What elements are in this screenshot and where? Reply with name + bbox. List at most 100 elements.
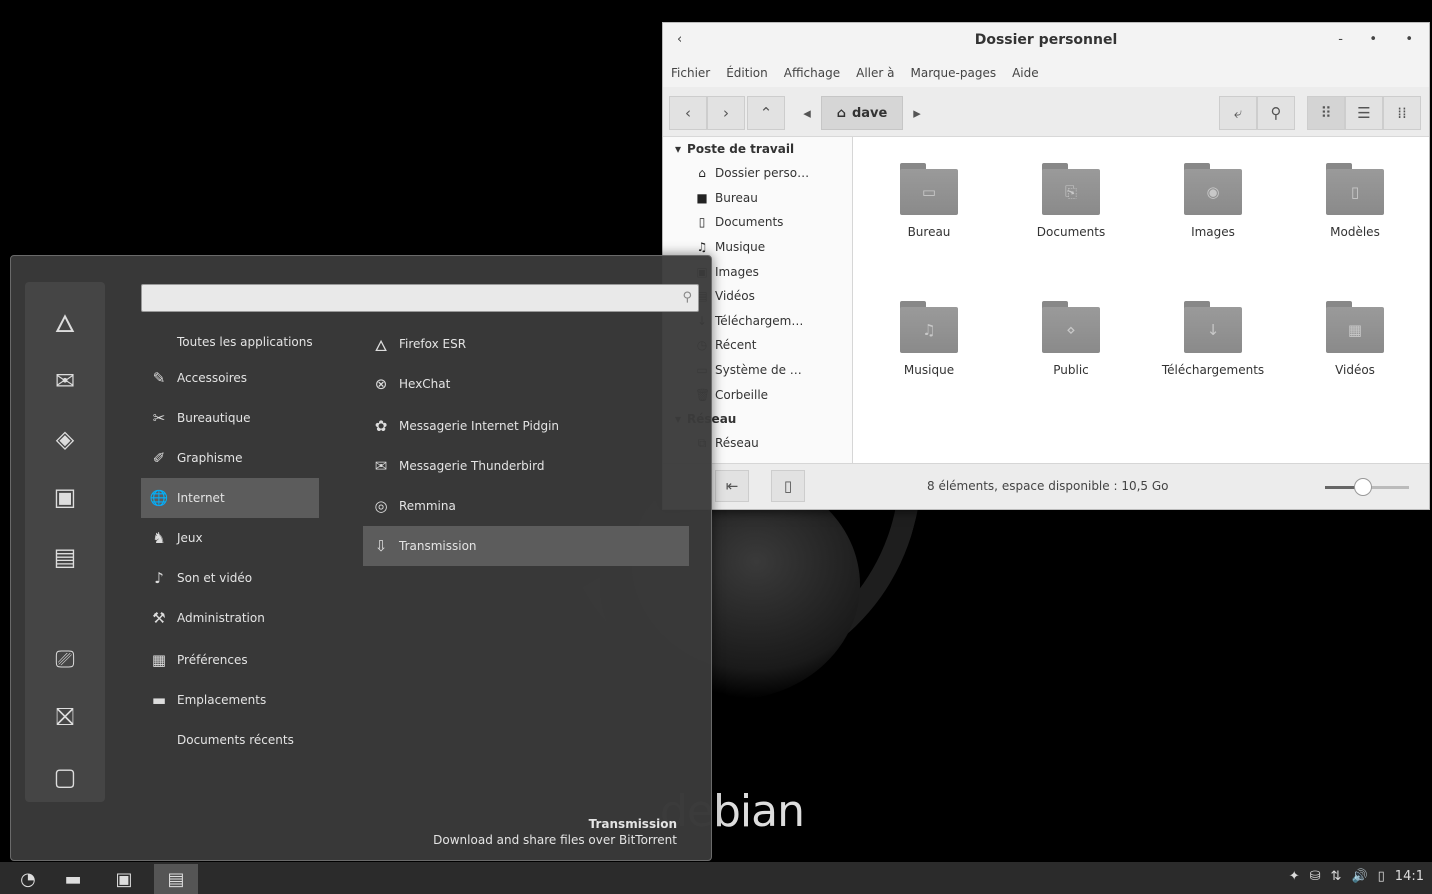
folder-item-bureau[interactable]: ▭ Bureau (859, 163, 999, 239)
category-internet[interactable]: 🌐 Internet (141, 478, 319, 518)
folder-icon: ◉ (1184, 163, 1242, 215)
favorite-remmina[interactable]: ◈ (47, 422, 83, 456)
search-button[interactable]: ⚲ (1257, 96, 1295, 130)
launcher-terminal[interactable]: ▣ (106, 864, 142, 894)
favorite-text-editor[interactable]: ▤ (47, 540, 83, 574)
folder-item-images[interactable]: ◉ Images (1143, 163, 1283, 239)
path-scroll-left-button[interactable]: ◂ (795, 96, 819, 130)
transmission-icon: ⇩ (374, 537, 388, 555)
debian-logo-icon: ◔ (20, 868, 36, 890)
favorite-thunderbird[interactable]: ✉ (47, 364, 83, 398)
toolbar: ‹ › ⌃ ◂ ⌂ dave ▸ ⤶ ⚲ ⠿ ☰ ⁞⁞ (663, 87, 1429, 137)
menu-marque-pages[interactable]: Marque-pages (911, 66, 997, 80)
parent-button[interactable]: ⌃ (747, 96, 785, 130)
maximize-button[interactable]: • (1369, 32, 1377, 47)
open-location-button[interactable]: ⤶ (1219, 96, 1257, 130)
folder-item-videos[interactable]: ▦ Vidéos (1285, 301, 1425, 377)
category-emplacements[interactable]: ▬ Emplacements (141, 680, 319, 720)
clock[interactable]: 14:1 (1395, 869, 1424, 884)
up-arrow-icon: ⌃ (759, 104, 773, 122)
icon-view-button[interactable]: ⠿ (1307, 96, 1345, 130)
folder-label: Vidéos (1335, 363, 1375, 377)
zoom-slider[interactable] (1325, 478, 1409, 496)
launcher-file-manager[interactable]: ▬ (54, 864, 92, 894)
notification-icon[interactable]: ✦ (1289, 869, 1300, 884)
menu-affichage[interactable]: Affichage (784, 66, 840, 80)
menu-button[interactable]: ◔ (8, 864, 48, 894)
sidebar-item-documents[interactable]: ▯ Documents (663, 210, 852, 235)
favorite-lock-screen[interactable]: ▢ (47, 760, 83, 794)
location-icon: ⤶ (1233, 104, 1243, 122)
battery-icon[interactable]: ▯ (1378, 869, 1385, 884)
menu-aller[interactable]: Aller à (856, 66, 894, 80)
text-editor-icon: ▤ (53, 543, 77, 571)
multimedia-icon: ♪ (154, 569, 164, 587)
toggle-sidebar-button[interactable]: ⇤ (715, 470, 749, 502)
terminal-icon: ▣ (53, 483, 77, 511)
category-administration[interactable]: ⚒ Administration (141, 598, 319, 638)
category-son-et-video[interactable]: ♪ Son et vidéo (141, 558, 319, 598)
places-button[interactable]: ▯ (771, 470, 805, 502)
folder-item-public[interactable]: ⋄ Public (1001, 301, 1141, 377)
network-icon[interactable]: ⛁ (1310, 869, 1321, 884)
folder-icon: ▬ (64, 868, 82, 890)
minimize-button[interactable]: - (1338, 32, 1343, 47)
folder-icon: ▦ (1326, 301, 1384, 353)
category-jeux[interactable]: ♞ Jeux (141, 518, 319, 558)
folder-label: Musique (903, 363, 955, 377)
folder-label: Modèles (1330, 225, 1380, 239)
folder-item-musique[interactable]: ♫ Musique (859, 301, 999, 377)
path-breadcrumb-home[interactable]: ⌂ dave (821, 96, 903, 130)
close-button[interactable]: • (1405, 32, 1413, 47)
sidebar-section-devices[interactable]: ▾ Poste de travail (663, 137, 852, 161)
app-description-name: Transmission (588, 817, 677, 831)
category-preferences[interactable]: ▦ Préférences (141, 640, 319, 680)
folder-label: Public (1053, 363, 1089, 377)
folder-item-documents[interactable]: ⎘ Documents (1001, 163, 1141, 239)
menu-aide[interactable]: Aide (1012, 66, 1039, 80)
folder-label: Images (1191, 225, 1235, 239)
file-manager-window: ‹ Dossier personnel - • • Fichier Éditio… (662, 22, 1430, 510)
folder-item-telechargements[interactable]: ↓ Téléchargements (1143, 301, 1283, 377)
compact-view-button[interactable]: ⁞⁞ (1383, 96, 1421, 130)
sidebar-item-bureau[interactable]: ■ Bureau (663, 186, 852, 211)
favorite-firefox[interactable]: 🜂 (47, 304, 83, 338)
folder-icon: ▭ (900, 163, 958, 215)
category-accessoires[interactable]: ✎ Accessoires (141, 358, 319, 398)
folder-label: Documents (1036, 225, 1106, 239)
favorite-display-settings[interactable]: ⎚ (47, 642, 83, 676)
menubar: Fichier Édition Affichage Aller à Marque… (663, 59, 1429, 87)
firefox-icon: 🜂 (374, 336, 388, 355)
window-icon: ▤ (167, 868, 185, 890)
folder-item-modeles[interactable]: ▯ Modèles (1285, 163, 1425, 239)
app-pidgin[interactable]: ✿ Messagerie Internet Pidgin (363, 406, 689, 446)
taskbar-file-manager[interactable]: ▤ (154, 864, 198, 894)
app-hexchat[interactable]: ⊗ HexChat (363, 364, 689, 404)
transfer-icon[interactable]: ⇅ (1331, 869, 1342, 884)
app-firefox[interactable]: 🜂 Firefox ESR (363, 324, 689, 364)
favorite-terminal[interactable]: ▣ (47, 480, 83, 514)
document-icon: ▯ (698, 215, 706, 230)
window-titlebar[interactable]: ‹ Dossier personnel - • • (663, 23, 1429, 59)
search-box[interactable]: ⚲ (141, 284, 699, 312)
path-scroll-right-button[interactable]: ▸ (905, 96, 929, 130)
favorite-logout[interactable]: ⛝ (47, 700, 83, 734)
back-button[interactable]: ‹ (669, 96, 707, 130)
category-bureautique[interactable]: ✂ Bureautique (141, 398, 319, 438)
forward-button[interactable]: › (707, 96, 745, 130)
app-thunderbird[interactable]: ✉ Messagerie Thunderbird (363, 446, 689, 486)
sidebar-item-home[interactable]: ⌂ Dossier perso… (663, 161, 852, 186)
category-documents-recents[interactable]: Documents récents (141, 720, 319, 760)
list-view-button[interactable]: ☰ (1345, 96, 1383, 130)
category-graphisme[interactable]: ✐ Graphisme (141, 438, 319, 478)
menu-edition[interactable]: Édition (726, 66, 768, 80)
zoom-slider-handle[interactable] (1353, 478, 1372, 496)
folder-icon: ♫ (900, 301, 958, 353)
app-transmission[interactable]: ⇩ Transmission (363, 526, 689, 566)
menu-fichier[interactable]: Fichier (671, 66, 710, 80)
category-all[interactable]: Toutes les applications (141, 322, 319, 362)
app-remmina[interactable]: ◎ Remmina (363, 486, 689, 526)
monitor-icon: ⎚ (55, 645, 75, 673)
folder-icon: ⋄ (1042, 301, 1100, 353)
volume-icon[interactable]: 🔊 (1351, 869, 1367, 884)
